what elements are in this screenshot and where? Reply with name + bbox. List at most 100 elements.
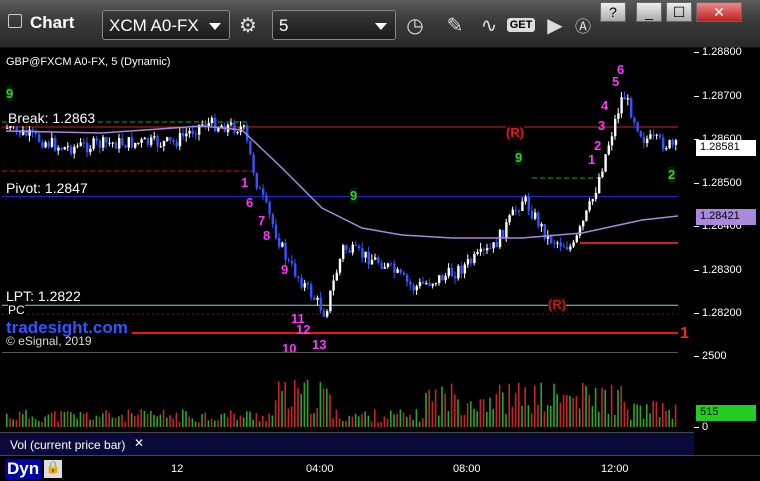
volume-bar xyxy=(521,405,523,427)
volume-bar xyxy=(601,387,603,427)
get-data-button[interactable]: GET xyxy=(506,10,536,40)
minimize-button[interactable]: _ xyxy=(636,2,662,22)
volume-bar xyxy=(399,409,402,427)
candle-body xyxy=(178,133,182,147)
volume-bar xyxy=(559,402,562,427)
volume-bar xyxy=(191,418,194,427)
volume-panel[interactable] xyxy=(2,352,678,432)
volume-bar xyxy=(514,392,517,427)
volume-bar xyxy=(530,413,533,427)
candle-body xyxy=(322,310,326,317)
candle-body xyxy=(287,259,290,261)
interval-value: 5 xyxy=(279,16,289,35)
volume-bar xyxy=(380,421,382,427)
lock-icon[interactable]: 🔒 xyxy=(44,460,62,478)
candle-body xyxy=(194,133,198,135)
volume-bar xyxy=(143,410,146,427)
volume-bar xyxy=(428,389,430,427)
candle-body xyxy=(169,137,172,141)
volume-bar xyxy=(354,413,357,427)
pencil-draw-icon[interactable]: ✎ xyxy=(440,10,470,40)
candle-body xyxy=(623,97,626,100)
candle-body xyxy=(146,137,150,145)
vol-tick-max: 2500 xyxy=(693,350,727,362)
volume-bar xyxy=(294,380,296,427)
close-icon: ✕ xyxy=(713,3,725,20)
volume-bar xyxy=(594,387,597,427)
interval-select[interactable]: 5 xyxy=(272,10,396,40)
volume-bar xyxy=(396,413,398,427)
candle-body xyxy=(671,140,674,145)
candle-body xyxy=(300,277,303,288)
candle-body xyxy=(153,136,156,138)
volume-bar xyxy=(457,399,459,427)
volume-close-icon[interactable]: ✕ xyxy=(134,436,144,450)
candle-body xyxy=(230,122,233,125)
volume-bar xyxy=(175,412,178,427)
play-icon[interactable]: ▶ xyxy=(540,10,570,40)
candle-body xyxy=(354,244,358,246)
sequence-count-label: 1 xyxy=(588,152,596,167)
get-label: GET xyxy=(506,18,536,32)
candle-body xyxy=(329,290,332,312)
maximize-button[interactable]: ☐ xyxy=(666,2,692,22)
indicator-wave-icon[interactable]: ∿ xyxy=(474,10,504,40)
volume-bar xyxy=(246,411,248,427)
volume-bar xyxy=(6,413,8,427)
volume-bar xyxy=(575,396,578,427)
candle-body xyxy=(233,122,236,133)
volume-bar xyxy=(361,413,363,427)
volume-bar xyxy=(470,401,472,427)
volume-bar xyxy=(329,394,331,427)
volume-bar xyxy=(646,404,648,427)
clock-icon[interactable]: ◷ xyxy=(400,10,430,40)
sequence-count-label: 9 xyxy=(515,150,523,165)
candle-body xyxy=(396,269,399,273)
candle-body xyxy=(399,269,402,273)
candle-body xyxy=(463,264,466,274)
candle-body xyxy=(63,147,66,150)
candle-body xyxy=(124,145,127,148)
candle-body xyxy=(582,220,585,227)
candle-body xyxy=(268,201,271,215)
volume-bar xyxy=(652,400,654,427)
alert-a-icon[interactable]: Ⓐ xyxy=(568,10,598,40)
volume-bar xyxy=(489,397,491,427)
close-button[interactable]: ✕ xyxy=(696,2,742,22)
candle-body xyxy=(294,263,297,277)
volume-label: Vol (current price bar) xyxy=(10,438,126,452)
candle-body xyxy=(610,136,614,146)
volume-bar xyxy=(591,406,594,427)
volume-bar xyxy=(610,384,613,427)
status-mode[interactable]: Dyn xyxy=(5,459,42,479)
volume-bar xyxy=(434,389,437,427)
volume-bar xyxy=(98,416,101,427)
chevron-down-icon xyxy=(375,23,387,30)
time-tick-12: 12 xyxy=(171,463,184,475)
volume-bar xyxy=(562,394,565,427)
volume-bar xyxy=(95,415,98,427)
r-label-upper: (R) xyxy=(506,125,525,140)
volume-bar xyxy=(495,393,498,427)
volume-bar xyxy=(70,412,72,427)
volume-bar xyxy=(153,414,155,427)
price-chart-panel[interactable] xyxy=(2,48,679,350)
candle-body xyxy=(150,137,153,145)
volume-bar xyxy=(63,411,66,427)
volume-bar xyxy=(236,420,238,427)
volume-bar xyxy=(306,379,309,427)
candle-body xyxy=(646,138,649,144)
sequence-count-label: 8 xyxy=(263,228,271,243)
candle-body xyxy=(607,145,610,155)
volume-bar xyxy=(668,409,670,427)
symbol-select[interactable]: XCM A0-FX xyxy=(102,10,230,40)
candle-body xyxy=(518,210,521,212)
chart-app-icon xyxy=(8,14,22,28)
help-button[interactable]: ? xyxy=(600,2,626,22)
candle-body xyxy=(105,137,108,143)
volume-bar xyxy=(383,416,386,427)
volume-bar xyxy=(41,421,43,427)
volume-bar xyxy=(290,406,293,427)
settings-gear-icon[interactable]: ⚙ xyxy=(233,10,263,40)
candle-body xyxy=(121,138,124,146)
